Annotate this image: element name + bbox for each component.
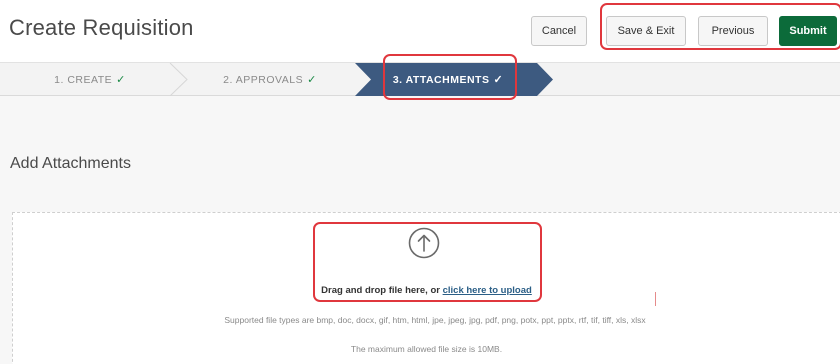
section-title: Add Attachments bbox=[10, 155, 131, 172]
step-label: 2. APPROVALS bbox=[223, 73, 304, 86]
drop-instructions: Drag and drop file here, or click here t… bbox=[0, 285, 840, 296]
step-create[interactable]: 1. CREATE ✓ bbox=[10, 63, 170, 96]
arrow-up-circle-icon[interactable] bbox=[408, 227, 440, 259]
step-approvals[interactable]: 2. APPROVALS ✓ bbox=[190, 63, 350, 96]
progress-stepper: 1. CREATE ✓ 2. APPROVALS ✓ 3. ATTACHMENT… bbox=[0, 62, 840, 96]
step-label: 3. ATTACHMENTS bbox=[392, 73, 490, 86]
save-exit-button[interactable]: Save & Exit bbox=[606, 16, 686, 46]
upload-link[interactable]: click here to upload bbox=[443, 285, 532, 296]
step-label: 1. CREATE bbox=[54, 73, 113, 86]
supported-types-text: Supported file types are bmp, doc, docx,… bbox=[224, 315, 646, 325]
cancel-button[interactable]: Cancel bbox=[531, 16, 587, 46]
page-title: Create Requisition bbox=[9, 15, 194, 40]
check-icon: ✓ bbox=[116, 74, 126, 86]
max-size-text: The maximum allowed file size is 10MB. bbox=[350, 344, 503, 354]
page-header: Create Requisition Cancel Save & Exit Pr… bbox=[0, 0, 840, 62]
drop-prefix: Drag and drop file here, or bbox=[321, 285, 443, 296]
step-attachments[interactable]: 3. ATTACHMENTS ✓ bbox=[378, 63, 518, 96]
check-icon: ✓ bbox=[493, 74, 504, 86]
check-icon: ✓ bbox=[307, 74, 317, 86]
text-cursor bbox=[655, 292, 656, 306]
previous-button[interactable]: Previous bbox=[698, 16, 768, 46]
submit-button[interactable]: Submit bbox=[779, 16, 837, 46]
